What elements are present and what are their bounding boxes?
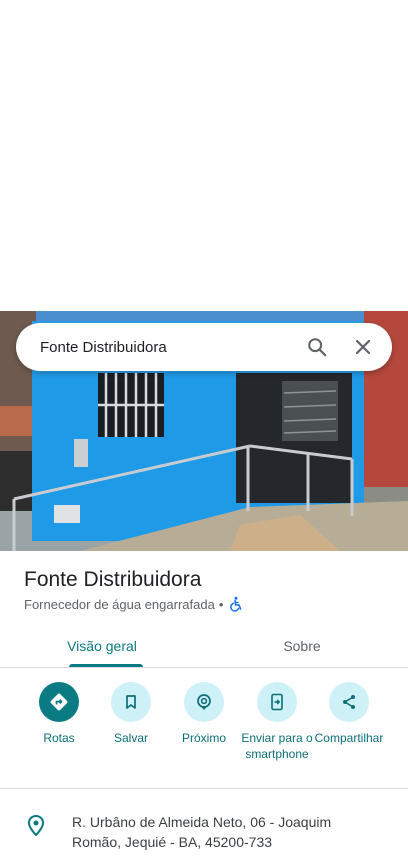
action-buttons: Rotas Salvar Próximo Enviar para o smart… (0, 682, 408, 782)
save-button[interactable]: Salvar (93, 682, 169, 746)
place-title: Fonte Distribuidora (24, 568, 202, 591)
nearby-icon[interactable] (184, 682, 224, 722)
close-icon[interactable] (350, 334, 376, 360)
search-bar[interactable]: Fonte Distribuidora (16, 323, 392, 371)
share-label: Compartilhar (314, 731, 384, 745)
tab-bar: Visão geral Sobre (0, 624, 408, 668)
wheelchair-accessible-icon (228, 596, 244, 612)
address-row[interactable]: R. Urbâno de Almeida Neto, 06 - Joaquim … (0, 812, 408, 852)
section-divider (0, 788, 408, 789)
place-category: Fornecedor de água engarrafada (24, 596, 215, 612)
location-pin-icon (26, 814, 46, 838)
active-tab-indicator (69, 664, 143, 667)
send-to-phone-label: Enviar para o smartphone (241, 731, 313, 761)
tab-about[interactable]: Sobre (204, 624, 400, 667)
directions-button[interactable]: Rotas (21, 682, 97, 746)
save-label: Salvar (113, 731, 148, 745)
directions-label: Rotas (43, 731, 75, 745)
place-details-screen: Fonte Distribuidora Fonte Distribuidora … (0, 0, 408, 862)
address-text: R. Urbâno de Almeida Neto, 06 - Joaquim … (72, 814, 332, 850)
bookmark-icon[interactable] (111, 682, 151, 722)
send-to-phone-icon[interactable] (257, 682, 297, 722)
tab-overview[interactable]: Visão geral (0, 624, 204, 667)
nearby-button[interactable]: Próximo (166, 682, 242, 746)
nearby-label: Próximo (181, 731, 226, 745)
separator-dot: • (218, 596, 224, 612)
send-to-phone-button[interactable]: Enviar para o smartphone (239, 682, 315, 762)
share-button[interactable]: Compartilhar (311, 682, 387, 746)
search-input[interactable]: Fonte Distribuidora (40, 339, 304, 356)
directions-icon[interactable] (39, 682, 79, 722)
share-icon[interactable] (329, 682, 369, 722)
category-row: Fornecedor de água engarrafada • (24, 596, 244, 612)
search-icon[interactable] (304, 334, 330, 360)
